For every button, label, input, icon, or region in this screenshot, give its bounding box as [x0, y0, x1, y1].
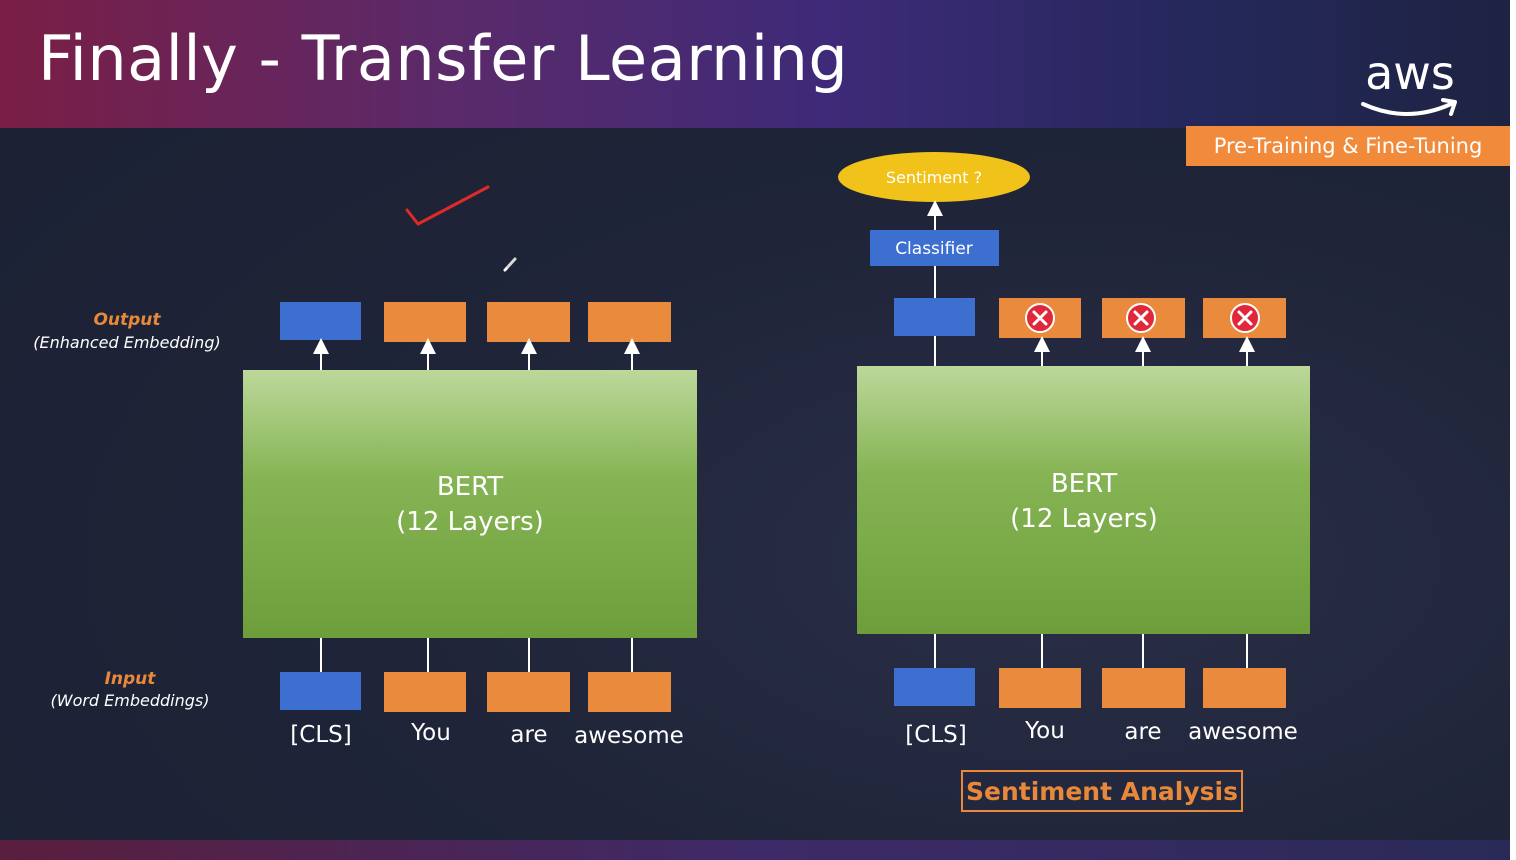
right-output-token-cls — [894, 298, 975, 336]
output-sublabel: (Enhanced Embedding) — [33, 333, 220, 352]
right-input-token-are — [1102, 668, 1185, 708]
classifier-label: Classifier — [895, 239, 973, 259]
transfer-learning-diagram: Output (Enhanced Embedding) Input (Word … — [33, 152, 1310, 749]
slide-footer-bar — [0, 840, 1510, 860]
right-input-token-awesome — [1203, 668, 1286, 708]
output-label: Output — [93, 310, 161, 330]
right-word-cls: [CLS] — [905, 722, 966, 748]
sentiment-analysis-caption: Sentiment Analysis — [961, 770, 1243, 812]
left-output-token-cls — [280, 302, 361, 340]
input-label: Input — [105, 669, 157, 689]
left-input-token-awesome — [588, 672, 671, 712]
left-bert-block — [243, 370, 697, 638]
right-bert-block — [857, 366, 1310, 634]
right-bert-title: BERT — [1051, 469, 1117, 499]
right-bert-layers: (12 Layers) — [1010, 504, 1158, 534]
checkmark-icon — [405, 185, 490, 226]
left-word-awesome: awesome — [574, 723, 684, 749]
left-bert-layers: (12 Layers) — [396, 507, 544, 537]
left-output-token-you — [384, 302, 466, 342]
left-word-you: You — [410, 720, 451, 746]
right-word-are: are — [1124, 719, 1161, 745]
x-circle-icon — [1025, 303, 1055, 333]
right-word-awesome: awesome — [1188, 719, 1298, 745]
left-input-token-are — [487, 672, 570, 712]
left-input-token-cls — [280, 672, 361, 710]
pen-cursor-icon — [503, 257, 517, 272]
x-circle-icon — [1230, 303, 1260, 333]
right-input-token-you — [999, 668, 1081, 708]
left-word-cls: [CLS] — [290, 722, 351, 748]
left-word-are: are — [510, 722, 547, 748]
slide: Finally - Transfer Learning aws Pre-Trai… — [0, 0, 1510, 860]
right-word-you: You — [1024, 718, 1065, 744]
right-input-token-cls — [894, 668, 975, 706]
x-circle-icon — [1126, 303, 1156, 333]
left-bert-title: BERT — [437, 472, 503, 502]
left-output-token-awesome — [588, 302, 671, 342]
sentiment-label: Sentiment ? — [886, 168, 982, 187]
left-input-token-you — [384, 672, 466, 712]
left-output-token-are — [487, 302, 570, 342]
input-sublabel: (Word Embeddings) — [51, 691, 210, 710]
